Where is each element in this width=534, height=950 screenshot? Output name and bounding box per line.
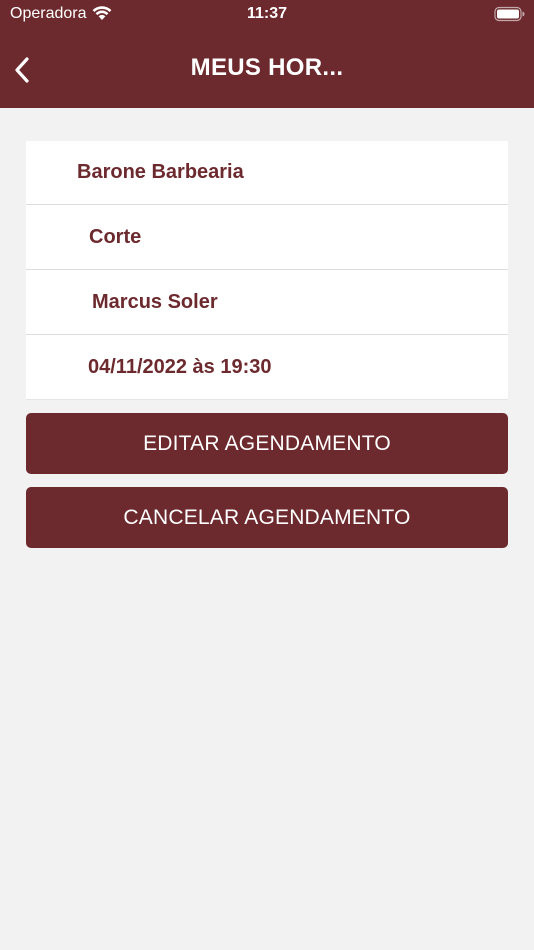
appointment-datetime-row: 04/11/2022 às 19:30 bbox=[26, 335, 508, 400]
appointment-datetime: 04/11/2022 às 19:30 bbox=[88, 355, 272, 378]
service-name: Corte bbox=[89, 225, 142, 248]
cancel-appointment-button[interactable]: CANCELAR AGENDAMENTO bbox=[26, 487, 508, 548]
appointment-barber-row: Marcus Soler bbox=[26, 270, 508, 335]
status-bar: Operadora 11:37 bbox=[0, 0, 534, 30]
appointment-card: Barone Barbearia Corte Marcus Soler 04/1… bbox=[26, 141, 508, 400]
shop-name: Barone Barbearia bbox=[77, 161, 244, 183]
appointment-service-row: Corte bbox=[26, 205, 508, 270]
app-header: Operadora 11:37 MEUS HOR... bbox=[0, 0, 534, 108]
battery-icon bbox=[494, 6, 525, 22]
barber-name: Marcus Soler bbox=[92, 290, 218, 313]
status-time: 11:37 bbox=[246, 5, 288, 22]
appointment-shop-row: Barone Barbearia bbox=[26, 141, 508, 205]
page-title: MEUS HOR... bbox=[190, 54, 344, 81]
edit-appointment-button[interactable]: EDITAR AGENDAMENTO bbox=[26, 413, 508, 474]
